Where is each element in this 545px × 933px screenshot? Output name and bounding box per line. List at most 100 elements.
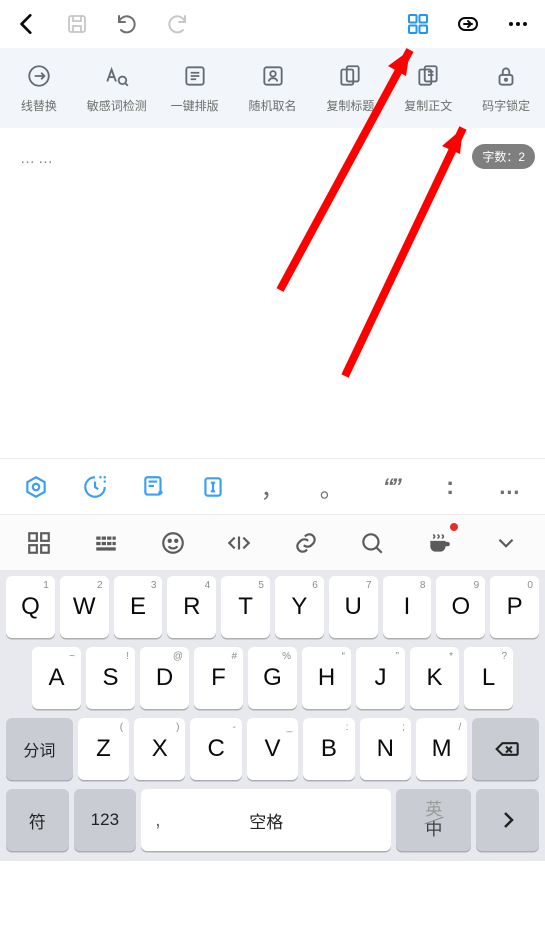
key-z[interactable]: (Z: [78, 718, 129, 780]
replace-icon: [26, 63, 52, 89]
key-t[interactable]: 5T: [221, 576, 270, 638]
enter-key[interactable]: [476, 789, 539, 851]
key-p[interactable]: 0P: [490, 576, 539, 638]
tool-copy-body[interactable]: 复制正文: [389, 48, 467, 128]
quote-button[interactable]: “”: [361, 459, 420, 514]
backspace-key[interactable]: [472, 718, 539, 780]
tool-label: 一键排版: [171, 97, 219, 114]
key-j[interactable]: ”J: [356, 647, 405, 709]
key-s[interactable]: !S: [86, 647, 135, 709]
symbol-key[interactable]: 符: [6, 789, 69, 851]
tool-lock-typing[interactable]: 码字锁定: [467, 48, 545, 128]
search-button[interactable]: [339, 515, 406, 570]
undo-icon: [115, 12, 139, 36]
key-v[interactable]: _V: [247, 718, 298, 780]
code-button[interactable]: [206, 515, 273, 570]
key-h[interactable]: “H: [302, 647, 351, 709]
key-q[interactable]: 1Q: [6, 576, 55, 638]
apps-icon: [26, 530, 52, 556]
key-r[interactable]: 4R: [167, 576, 216, 638]
key-u[interactable]: 7U: [329, 576, 378, 638]
language-key[interactable]: 英 中: [396, 789, 471, 851]
more-button[interactable]: [497, 3, 539, 45]
link-button[interactable]: [273, 515, 340, 570]
tool-label: 线替换: [21, 97, 57, 114]
key-x[interactable]: )X: [134, 718, 185, 780]
redo-button[interactable]: [156, 3, 198, 45]
key-m[interactable]: /M: [416, 718, 467, 780]
key-w[interactable]: 2W: [60, 576, 109, 638]
clock-icon: [82, 474, 108, 500]
ellipsis-button[interactable]: …: [480, 459, 539, 514]
split-key[interactable]: 分词: [6, 718, 73, 780]
grid-button[interactable]: [397, 3, 439, 45]
colon-button[interactable]: :: [421, 459, 480, 514]
coffee-button[interactable]: [406, 515, 473, 570]
hex-button[interactable]: [6, 459, 65, 514]
copy-body-icon: [415, 63, 441, 89]
back-button[interactable]: [6, 3, 48, 45]
key-o[interactable]: 9O: [436, 576, 485, 638]
tool-label: 码字锁定: [482, 97, 530, 114]
key-y[interactable]: 6Y: [275, 576, 324, 638]
editor-placeholder: ……: [16, 150, 529, 167]
key-k[interactable]: *K: [410, 647, 459, 709]
wordcount-badge: 字数：2: [472, 144, 535, 169]
emoji-icon: [160, 530, 186, 556]
tool-replace[interactable]: 线替换: [0, 48, 78, 128]
keyboard-row-1: 1Q2W3E4R5T6Y7U8I9O0P: [4, 576, 541, 638]
key-n[interactable]: ;N: [360, 718, 411, 780]
collapse-button[interactable]: [472, 515, 539, 570]
redo-icon: [165, 12, 189, 36]
key-l[interactable]: ?L: [464, 647, 513, 709]
comma-button[interactable]: ，: [243, 459, 302, 514]
apps-button[interactable]: [6, 515, 73, 570]
swap-button[interactable]: [447, 3, 489, 45]
keyboard-row-3: 分词 (Z)X-C_V:B;N/M: [4, 718, 541, 780]
top-nav: [0, 0, 545, 48]
quote-icon: “”: [383, 474, 399, 500]
key-c[interactable]: -C: [190, 718, 241, 780]
detect-icon: [104, 63, 130, 89]
keyboard: 1Q2W3E4R5T6Y7U8I9O0P ~A!S@D#F%G“H”J*K?L …: [0, 570, 545, 861]
backspace-icon: [492, 735, 520, 763]
chevron-right-icon: [496, 808, 520, 832]
save-button[interactable]: [56, 3, 98, 45]
timer-button[interactable]: [65, 459, 124, 514]
cursor-box-button[interactable]: [184, 459, 243, 514]
note-plus-icon: [141, 474, 167, 500]
keyboard-row-2: ~A!S@D#F%G“H”J*K?L: [4, 647, 541, 709]
key-e[interactable]: 3E: [114, 576, 163, 638]
key-g[interactable]: %G: [248, 647, 297, 709]
note-add-button[interactable]: [124, 459, 183, 514]
chevron-down-icon: [493, 530, 519, 556]
space-comma: ,: [155, 809, 161, 832]
save-icon: [65, 12, 89, 36]
undo-button[interactable]: [106, 3, 148, 45]
key-f[interactable]: #F: [194, 647, 243, 709]
tool-label: 复制正文: [404, 97, 452, 114]
textcursor-icon: [200, 474, 226, 500]
key-i[interactable]: 8I: [383, 576, 432, 638]
grid-icon: [406, 12, 430, 36]
emoji-button[interactable]: [139, 515, 206, 570]
notification-dot: [450, 523, 458, 531]
tool-format[interactable]: 一键排版: [156, 48, 234, 128]
period-button[interactable]: 。: [302, 459, 361, 514]
key-b[interactable]: :B: [303, 718, 354, 780]
keyboard-button[interactable]: [73, 515, 140, 570]
shortcut-row-b: [0, 514, 545, 570]
tool-sensitive-words[interactable]: 敏感词检测: [78, 48, 156, 128]
tool-random-name[interactable]: 随机取名: [234, 48, 312, 128]
number-key[interactable]: 123: [74, 789, 137, 851]
tool-label: 复制标题: [326, 97, 374, 114]
lock-icon: [493, 63, 519, 89]
tool-copy-title[interactable]: 复制标题: [311, 48, 389, 128]
hexagon-icon: [23, 474, 49, 500]
space-key[interactable]: , 空格: [141, 789, 391, 851]
coffee-icon: [426, 530, 452, 556]
editor-area[interactable]: …… 字数：2: [0, 128, 545, 458]
key-d[interactable]: @D: [140, 647, 189, 709]
keyboard-row-bottom: 符 123 , 空格 英 中: [4, 789, 541, 851]
key-a[interactable]: ~A: [32, 647, 81, 709]
